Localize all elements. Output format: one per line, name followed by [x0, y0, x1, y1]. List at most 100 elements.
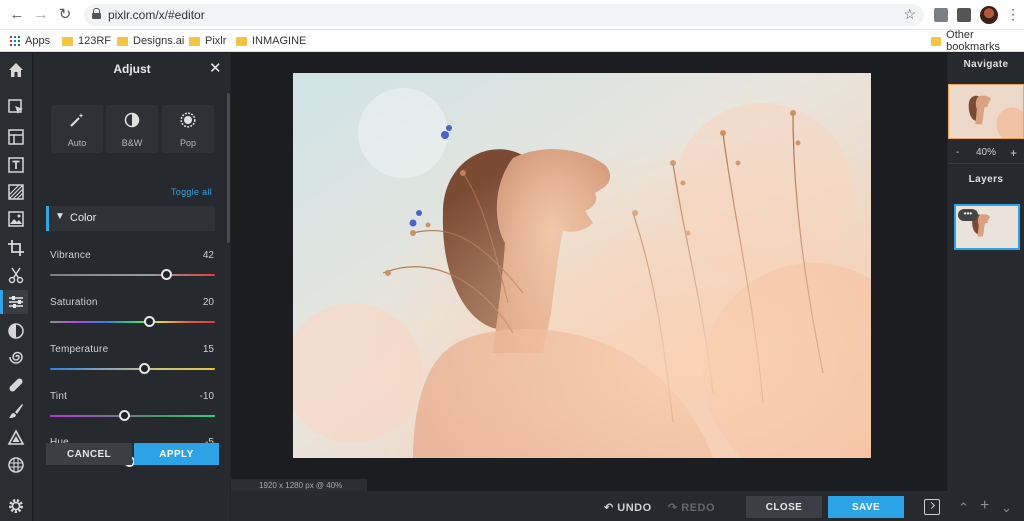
- reload-icon[interactable]: ↻: [56, 6, 74, 24]
- toggle-all-link[interactable]: Toggle all: [171, 187, 212, 197]
- bookmark-designs[interactable]: Designs.ai: [117, 34, 184, 48]
- bookmark-inmagine[interactable]: INMAGINE: [236, 34, 306, 48]
- puzzle-icon[interactable]: [957, 8, 971, 22]
- extension-icon[interactable]: [934, 8, 948, 22]
- zoom-in-button[interactable]: +: [1010, 146, 1017, 160]
- close-button[interactable]: CLOSE: [746, 496, 822, 518]
- tint-label: Tint: [50, 391, 68, 402]
- browser-toolbar: ← → ↻ pixlr.com/x/#editor ☆ ⋮: [0, 0, 1024, 30]
- vibrance-slider-handle[interactable]: [160, 269, 172, 280]
- heal-icon[interactable]: [4, 373, 28, 397]
- adjust-icon[interactable]: [0, 290, 28, 314]
- pop-button[interactable]: Pop: [162, 105, 214, 153]
- folder-icon: [62, 36, 73, 46]
- hatch-icon[interactable]: [4, 180, 28, 204]
- section-title: Color: [70, 212, 97, 224]
- home-icon[interactable]: [4, 58, 28, 82]
- undo-button[interactable]: ↶ UNDO: [604, 501, 652, 514]
- temperature-slider-handle[interactable]: [139, 363, 151, 374]
- vibrance-label: Vibrance: [50, 250, 91, 261]
- color-section-header[interactable]: ▼ Color: [46, 206, 215, 231]
- layer-thumbnail[interactable]: •••: [954, 204, 1020, 250]
- canvas-workspace: [231, 53, 947, 491]
- layer-options-icon[interactable]: •••: [958, 209, 978, 221]
- bottom-bar: ↶ UNDO ↷ REDO: [231, 491, 1024, 521]
- navigate-title: Navigate: [963, 59, 1009, 70]
- zoom-out-button[interactable]: -: [956, 147, 959, 158]
- crop-icon[interactable]: [4, 236, 28, 260]
- menu-icon[interactable]: ⋮: [1006, 6, 1020, 23]
- back-icon[interactable]: ←: [8, 6, 26, 24]
- bookmark-star-icon[interactable]: ☆: [903, 6, 916, 23]
- saturation-value: 20: [202, 297, 214, 308]
- apply-button[interactable]: APPLY: [134, 443, 219, 465]
- address-bar[interactable]: pixlr.com/x/#editor ☆: [84, 4, 924, 26]
- bookmark-apps[interactable]: Apps: [10, 34, 50, 48]
- add-layer-icon[interactable]: +: [980, 497, 989, 515]
- layer-up-icon[interactable]: ⌃: [958, 500, 969, 516]
- redo-icon: ↷: [668, 502, 678, 514]
- avatar[interactable]: [980, 6, 998, 24]
- vibrance-value: 42: [202, 250, 214, 261]
- zoom-level: 40%: [976, 147, 997, 158]
- divider: [948, 163, 1024, 164]
- saturation-label: Saturation: [50, 297, 98, 308]
- quick-label: Auto: [67, 138, 87, 148]
- panel-title: Adjust: [113, 62, 151, 76]
- forward-icon[interactable]: →: [32, 6, 50, 24]
- bookmark-label: Other bookmarks: [946, 29, 1000, 53]
- bookmark-label: 123RF: [78, 35, 112, 47]
- save-button[interactable]: SAVE: [828, 496, 904, 518]
- image-icon[interactable]: [4, 207, 28, 231]
- liquify-icon[interactable]: [4, 345, 28, 369]
- filter-icon[interactable]: [4, 319, 28, 343]
- saturation-slider-handle[interactable]: [144, 316, 155, 327]
- navigator-image: [949, 85, 1023, 138]
- cutout-icon[interactable]: [4, 263, 28, 287]
- apps-icon: [10, 36, 20, 46]
- bookmarks-bar: Apps 123RF Designs.ai Pixlr INMAGINE Oth…: [0, 29, 1024, 53]
- bookmark-label: Pixlr: [205, 35, 227, 47]
- tint-value: -10: [199, 391, 214, 402]
- settings-icon[interactable]: [4, 494, 28, 518]
- brush-icon[interactable]: [4, 399, 28, 423]
- close-icon[interactable]: ✕: [209, 59, 222, 77]
- saturation-slider[interactable]: [50, 321, 215, 323]
- right-panel: Navigate - 40% + Layers •••: [948, 53, 1024, 491]
- redo-label: REDO: [681, 502, 716, 514]
- temperature-slider[interactable]: [50, 368, 215, 370]
- photo-canvas[interactable]: [293, 73, 871, 458]
- image-size-text: 1920 x 1280 px @ 40%: [259, 481, 343, 490]
- photo-image: [293, 73, 871, 458]
- contrast-icon: [106, 112, 158, 132]
- bookmark-label: Designs.ai: [133, 35, 185, 47]
- tint-slider[interactable]: [50, 415, 215, 417]
- bookmark-label: INMAGINE: [252, 35, 307, 47]
- bookmark-label: Apps: [25, 35, 51, 47]
- cancel-button[interactable]: CANCEL: [46, 443, 132, 465]
- auto-button[interactable]: Auto: [51, 105, 103, 153]
- vibrance-slider[interactable]: [50, 274, 215, 276]
- bookmark-123rf[interactable]: 123RF: [62, 34, 111, 48]
- folder-icon: [117, 36, 128, 46]
- undo-icon: ↶: [604, 502, 614, 514]
- lock-icon: [92, 8, 101, 19]
- shape-icon[interactable]: [4, 426, 28, 450]
- bw-button[interactable]: B&W: [106, 105, 158, 153]
- pattern-icon[interactable]: [4, 453, 28, 477]
- bookmark-other[interactable]: Other bookmarks: [931, 29, 1024, 53]
- layer-down-icon[interactable]: ⌄: [1001, 500, 1012, 516]
- tint-slider-handle[interactable]: [119, 410, 131, 421]
- select-icon[interactable]: [4, 95, 28, 119]
- collapse-panel-icon[interactable]: [924, 499, 940, 515]
- undo-label: UNDO: [617, 502, 652, 514]
- redo-button[interactable]: ↷ REDO: [668, 501, 715, 514]
- bookmark-pixlr[interactable]: Pixlr: [189, 34, 226, 48]
- text-icon[interactable]: [4, 153, 28, 177]
- layout-icon[interactable]: [4, 125, 28, 149]
- navigator-thumbnail[interactable]: [948, 84, 1024, 139]
- panel-scrollbar[interactable]: [227, 93, 230, 243]
- zoom-controls: - 40% +: [948, 145, 1024, 161]
- pop-icon: [162, 112, 214, 132]
- url-text: pixlr.com/x/#editor: [108, 8, 205, 22]
